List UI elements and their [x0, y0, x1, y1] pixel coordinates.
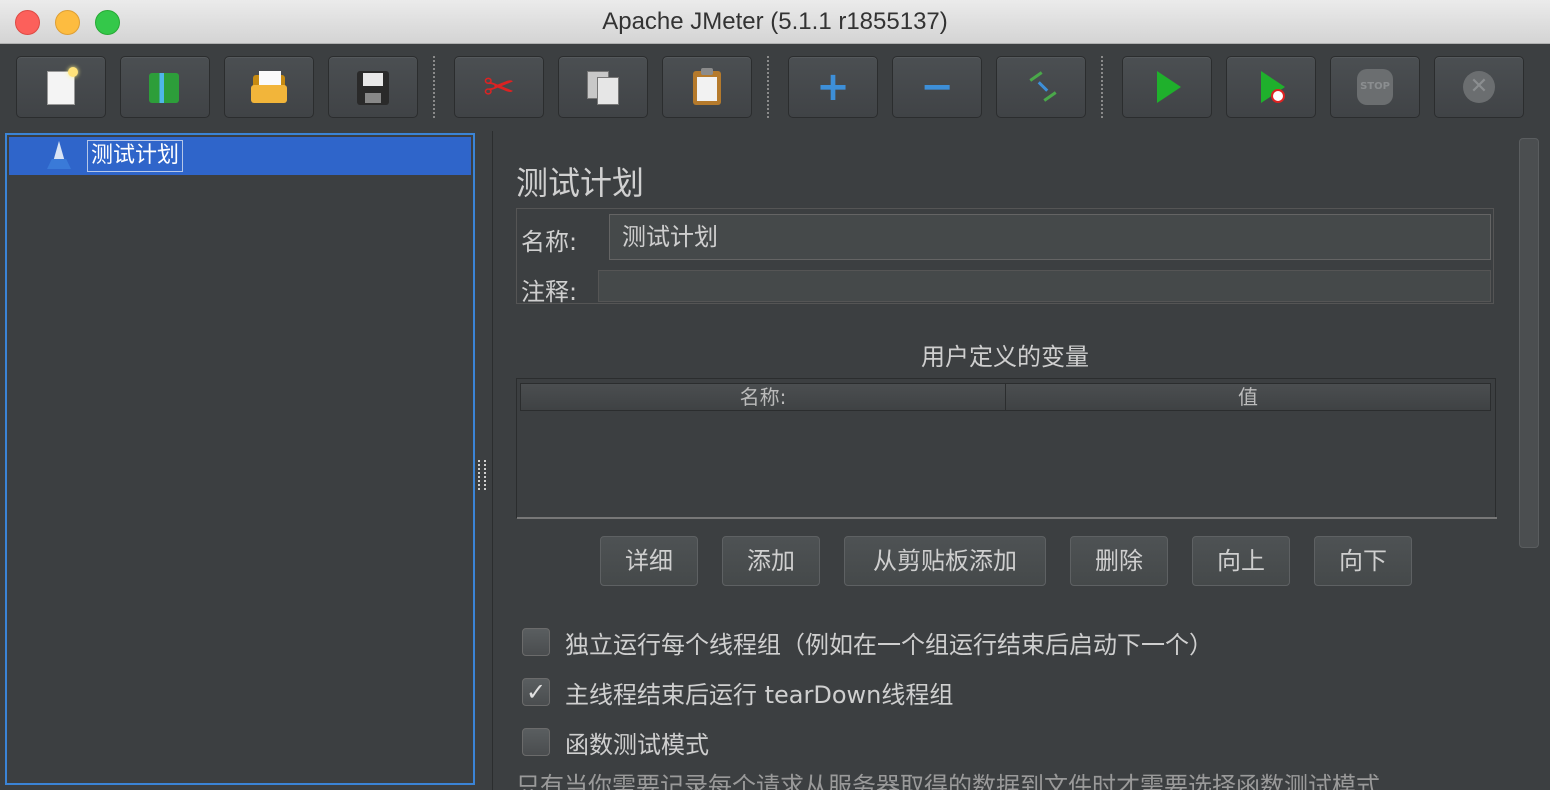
column-header-name[interactable]: 名称:: [520, 383, 1006, 411]
delete-button[interactable]: 删除: [1070, 536, 1168, 586]
option-run-teardown-after-shutdown[interactable]: ✓ 主线程结束后运行 tearDown线程组: [522, 676, 954, 709]
toolbar: ✂ + − STOP ✕: [0, 44, 1550, 128]
table-divider: [517, 517, 1497, 519]
checkbox[interactable]: [522, 628, 550, 656]
user-variables-title: 用户定义的变量: [921, 343, 1089, 371]
save-button[interactable]: [328, 56, 418, 118]
detail-button[interactable]: 详细: [600, 536, 698, 586]
add-button[interactable]: 添加: [722, 536, 820, 586]
cut-button[interactable]: ✂: [454, 56, 544, 118]
toolbar-separator: [767, 56, 769, 118]
paste-button[interactable]: [662, 56, 752, 118]
move-down-button[interactable]: 向下: [1314, 536, 1412, 586]
user-variables-table[interactable]: 名称: 值: [516, 378, 1497, 519]
tree-item-test-plan[interactable]: 测试计划: [9, 137, 471, 175]
name-label: 名称:: [521, 228, 578, 256]
stop-icon: STOP: [1355, 67, 1395, 107]
templates-icon: [145, 67, 185, 107]
checkbox[interactable]: [522, 728, 550, 756]
tree-item-label: 测试计划: [87, 140, 184, 172]
start-no-pauses-button[interactable]: [1226, 56, 1316, 118]
column-header-value[interactable]: 值: [1005, 383, 1491, 411]
jmeter-window: Apache JMeter (5.1.1 r1855137) ✂ + − STO…: [0, 0, 1550, 790]
open-folder-icon: [249, 67, 289, 107]
shutdown-button[interactable]: ✕: [1434, 56, 1524, 118]
save-disk-icon: [353, 67, 393, 107]
copy-icon: [583, 67, 623, 107]
option-label: 主线程结束后运行 tearDown线程组: [565, 680, 954, 709]
option-label: 独立运行每个线程组（例如在一个组运行结束后启动下一个）: [565, 630, 1213, 659]
paste-clipboard-icon: [687, 67, 727, 107]
toolbar-separator: [433, 56, 435, 118]
window-title: Apache JMeter (5.1.1 r1855137): [602, 8, 948, 35]
comment-label: 注释:: [521, 278, 578, 306]
option-label: 函数测试模式: [565, 730, 709, 759]
start-button[interactable]: [1122, 56, 1212, 118]
test-plan-flask-icon: [47, 141, 71, 171]
option-run-thread-groups-consecutively[interactable]: 独立运行每个线程组（例如在一个组运行结束后启动下一个）: [522, 626, 1213, 659]
open-button[interactable]: [224, 56, 314, 118]
cut-scissors-icon: ✂: [483, 65, 515, 109]
templates-button[interactable]: [120, 56, 210, 118]
checkbox-checked[interactable]: ✓: [522, 678, 550, 706]
test-plan-tree[interactable]: 测试计划: [5, 133, 475, 785]
toggle-icon: [1021, 67, 1061, 107]
expand-all-button[interactable]: +: [788, 56, 878, 118]
page-title: 测试计划: [516, 164, 645, 202]
splitter-handle[interactable]: [478, 460, 486, 490]
title-bar: Apache JMeter (5.1.1 r1855137): [0, 0, 1550, 44]
expand-all-plus-icon: +: [816, 64, 850, 110]
collapse-all-button[interactable]: −: [892, 56, 982, 118]
copy-button[interactable]: [558, 56, 648, 118]
new-document-icon: [41, 67, 81, 107]
collapse-all-minus-icon: −: [920, 64, 954, 110]
option-functional-test-mode[interactable]: 函数测试模式: [522, 726, 709, 759]
add-from-clipboard-button[interactable]: 从剪贴板添加: [844, 536, 1046, 586]
comment-field[interactable]: [598, 270, 1491, 302]
new-button[interactable]: [16, 56, 106, 118]
vertical-scrollbar[interactable]: [1519, 138, 1539, 548]
start-play-icon: [1147, 67, 1187, 107]
stop-button[interactable]: STOP: [1330, 56, 1420, 118]
start-no-pauses-icon: [1251, 67, 1291, 107]
move-up-button[interactable]: 向上: [1192, 536, 1290, 586]
shutdown-icon: ✕: [1459, 67, 1499, 107]
name-field[interactable]: 测试计划: [609, 214, 1491, 260]
toolbar-separator: [1101, 56, 1103, 118]
toggle-button[interactable]: [996, 56, 1086, 118]
functional-mode-note: 只有当你需要记录每个请求从服务器取得的数据到文件时才需要选择函数测试模式: [516, 772, 1380, 790]
